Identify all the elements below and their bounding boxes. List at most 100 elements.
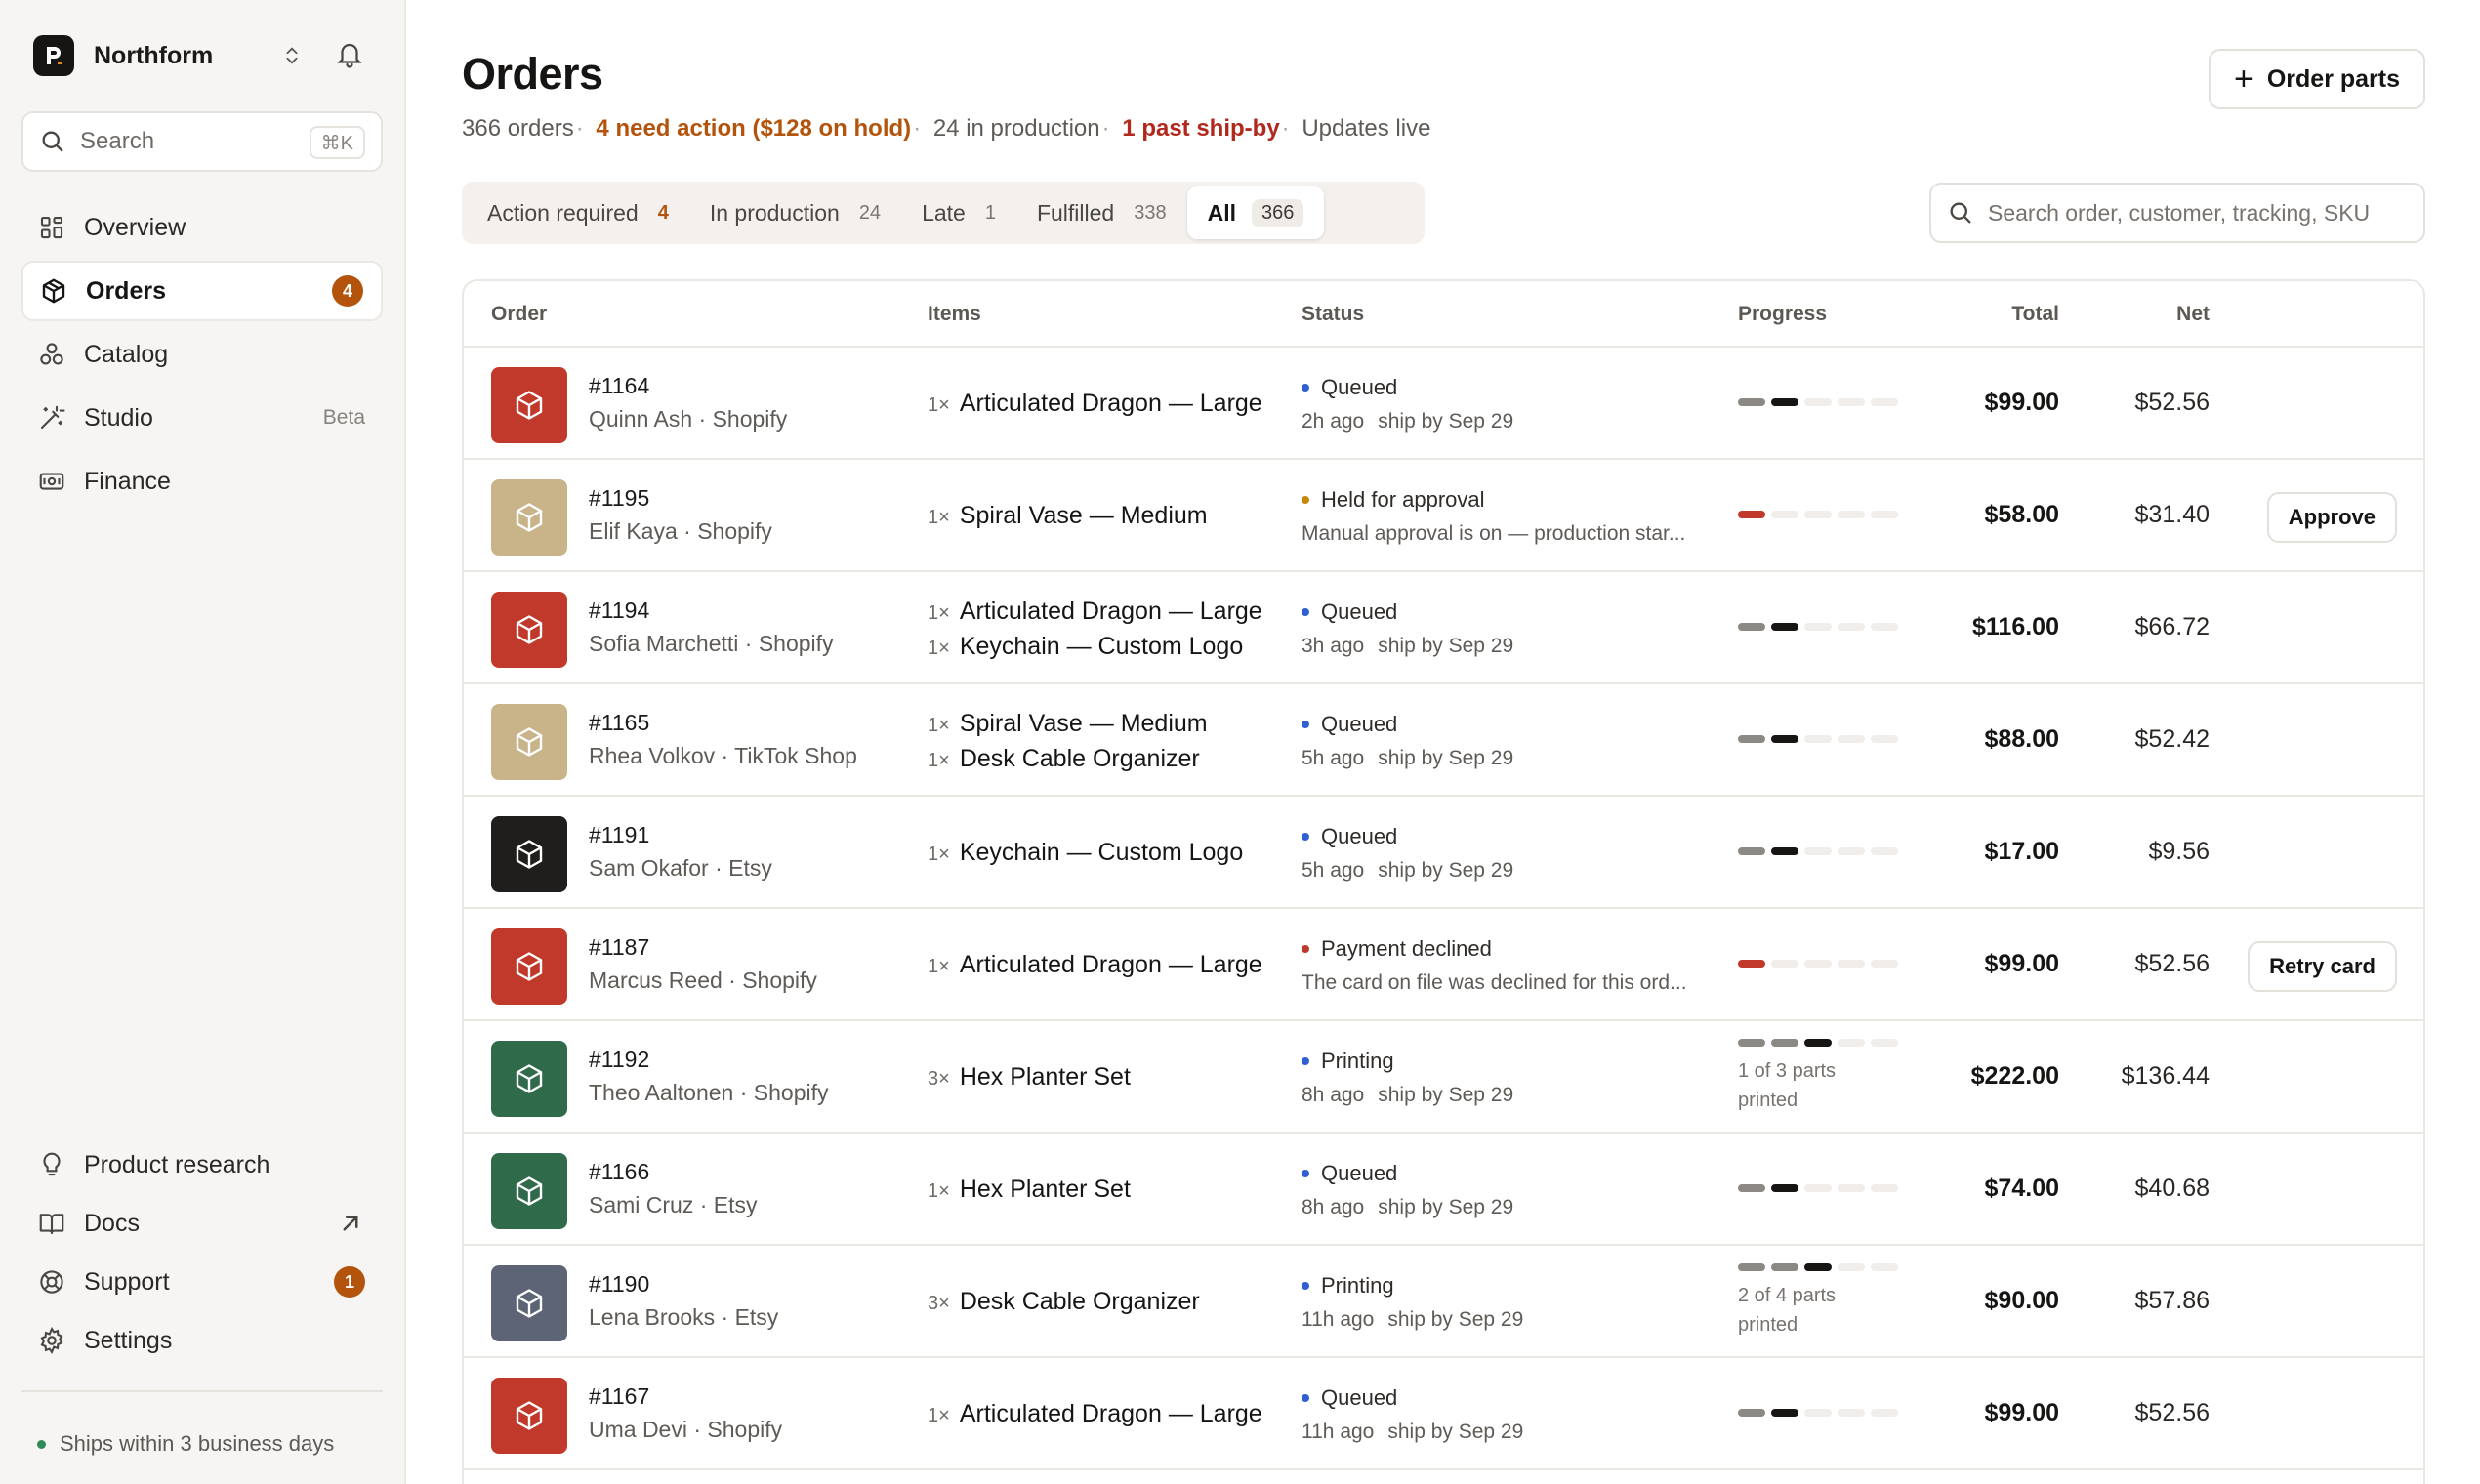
order-id[interactable]: #1166 [589, 1159, 649, 1185]
table-row[interactable]: #1195 Elif Kaya · Shopify 1× Spiral Vase — … [464, 460, 2423, 572]
order-parts-label: Order parts [2266, 64, 2401, 93]
order-total: $74.00 [1984, 1175, 2059, 1202]
orders-search-input[interactable] [1988, 199, 2408, 227]
table-row[interactable]: #1164 Quinn Ash · Shopify 1× Articulated Dr… [464, 348, 2423, 460]
table-row[interactable]: #1187 Marcus Reed · Shopify 1× Articulated … [464, 909, 2423, 1021]
order-id[interactable]: #1167 [589, 1383, 649, 1410]
order-parts-button[interactable]: + Order parts [2209, 49, 2425, 109]
tab-action-required[interactable]: Action required 4 [467, 186, 689, 239]
nav-item-overview[interactable]: Overview [21, 197, 383, 258]
status-detail: 5h ago ship by Sep 29 [1302, 747, 1702, 770]
summary-late[interactable]: 1 past ship-by [1122, 115, 1279, 142]
item-qty: 3× [928, 1293, 950, 1314]
nav-item-product-research[interactable]: Product research [21, 1136, 383, 1193]
order-status: Printing 8h ago ship by Sep 29 [1302, 1047, 1702, 1107]
product-thumbnail [491, 704, 567, 780]
order-id[interactable]: #1190 [589, 1271, 649, 1298]
table-row[interactable]: #1165 Rhea Volkov · TikTok Shop 1× Spiral V… [464, 684, 2423, 797]
box-icon [516, 727, 543, 757]
table-row[interactable]: #1190 Lena Brooks · Etsy 3× Desk Cable Orga… [464, 1246, 2423, 1358]
nav-item-finance[interactable]: Finance [21, 451, 383, 512]
chevron-updown-icon[interactable] [277, 41, 307, 70]
retry-card-button[interactable]: Retry card [2248, 941, 2397, 992]
order-customer: Quinn Ash · Shopify [589, 406, 788, 432]
table-row[interactable]: #1192 Theo Aaltonen · Shopify 3× Hex Plante… [464, 1021, 2423, 1134]
col-order[interactable]: Order [491, 303, 547, 326]
item-name: Spiral Vase — Medium [959, 710, 1208, 737]
tab-in-production[interactable]: In production 24 [689, 186, 901, 239]
box-icon [516, 391, 543, 420]
tab-fulfilled[interactable]: Fulfilled 338 [1016, 186, 1187, 239]
table-row[interactable]: #1166 Sami Cruz · Etsy 1× Hex Planter Set Qu… [464, 1134, 2423, 1246]
order-items: 1× Articulated Dragon — Large 1× Keychain —… [928, 594, 1299, 664]
nav-item-catalog[interactable]: Catalog [21, 324, 383, 385]
progress-segment [1738, 960, 1765, 968]
order-id[interactable]: #1191 [589, 822, 649, 848]
order-id[interactable]: #1187 [589, 934, 649, 961]
sidebar-search[interactable]: Search ⌘K [21, 111, 383, 172]
progress-segment [1871, 511, 1898, 518]
progress-segment [1871, 1409, 1898, 1417]
col-net[interactable]: Net [2176, 303, 2210, 326]
bell-icon[interactable] [332, 37, 367, 72]
order-id[interactable]: #1194 [589, 598, 649, 624]
approve-button[interactable]: Approve [2266, 492, 2397, 543]
progress-note: 2 of 4 parts printed [1738, 1285, 1837, 1336]
production-progress [1738, 960, 1904, 968]
order-id[interactable]: #1192 [589, 1047, 649, 1073]
status-detail: 8h ago ship by Sep 29 [1302, 1084, 1702, 1107]
order-total: $58.00 [1984, 501, 2059, 528]
nav-label: Support [84, 1267, 170, 1296]
nav-item-docs[interactable]: Docs [21, 1195, 383, 1252]
summary-action[interactable]: 4 need action ($128 on hold) [596, 115, 911, 142]
item-line: 1× Articulated Dragon — Large [928, 947, 1299, 982]
ship-by: ship by Sep 29 [1378, 859, 1514, 882]
table-row[interactable]: #1167 Uma Devi · Shopify 1× Articulated Dra… [464, 1358, 2423, 1470]
workspace-switcher[interactable]: Northform [33, 33, 371, 78]
order-customer: Rhea Volkov · TikTok Shop [589, 743, 857, 768]
tab-all[interactable]: All 366 [1186, 186, 1325, 239]
col-progress[interactable]: Progress [1738, 303, 1827, 326]
status-text: Queued [1321, 1385, 1398, 1410]
tab-late[interactable]: Late 1 [901, 186, 1016, 239]
item-line: 1× Articulated Dragon — Large [928, 594, 1299, 629]
order-id[interactable]: #1164 [589, 373, 649, 399]
production-progress: 1 of 3 parts printed [1738, 1039, 1904, 1115]
item-line: 1× Articulated Dragon — Large [928, 1396, 1299, 1431]
status-text: Queued [1321, 375, 1398, 399]
progress-segment [1738, 623, 1765, 631]
tab-label: Action required [487, 199, 639, 226]
ship-by: ship by Sep 29 [1378, 410, 1514, 433]
lifebuoy-icon [40, 1270, 63, 1294]
nav-item-studio[interactable]: Studio Beta [21, 388, 383, 448]
item-qty: 1× [928, 844, 950, 865]
item-line: 1× Hex Planter Set [928, 1172, 1299, 1207]
progress-segments [1738, 1039, 1904, 1047]
progress-segment [1738, 1039, 1765, 1047]
nav-item-settings[interactable]: Settings [21, 1312, 383, 1369]
nav-label: Docs [84, 1209, 140, 1237]
col-total[interactable]: Total [2011, 303, 2059, 326]
tab-count: 24 [858, 201, 882, 224]
status-detail: 8h ago ship by Sep 29 [1302, 1196, 1702, 1219]
orders-search[interactable] [1929, 183, 2425, 243]
table-row[interactable]: #1194 Sofia Marchetti · Shopify 1× Articula… [464, 572, 2423, 684]
table-row[interactable]: #1191 Sam Okafor · Etsy 1× Keychain — Custo… [464, 797, 2423, 909]
order-id[interactable]: #1165 [589, 710, 649, 736]
status-label: Queued [1302, 822, 1702, 851]
nav-label: Finance [84, 467, 171, 495]
order-customer: Theo Aaltonen · Shopify [589, 1080, 829, 1105]
item-name: Keychain — Custom Logo [959, 839, 1244, 866]
order-customer: Lena Brooks · Etsy [589, 1304, 779, 1330]
item-qty: 1× [928, 1180, 950, 1202]
order-items: 3× Hex Planter Set [928, 1059, 1299, 1094]
col-status[interactable]: Status [1302, 303, 1364, 326]
col-items[interactable]: Items [928, 303, 981, 326]
order-status: Queued 5h ago ship by Sep 29 [1302, 822, 1702, 883]
gear-icon [40, 1326, 63, 1355]
nav-item-orders[interactable]: Orders 4 [21, 261, 383, 321]
box-icon [516, 952, 543, 981]
nav-item-support[interactable]: Support 1 [21, 1254, 383, 1310]
order-id[interactable]: #1195 [589, 485, 649, 512]
summary-production: 24 in production [932, 115, 1100, 142]
